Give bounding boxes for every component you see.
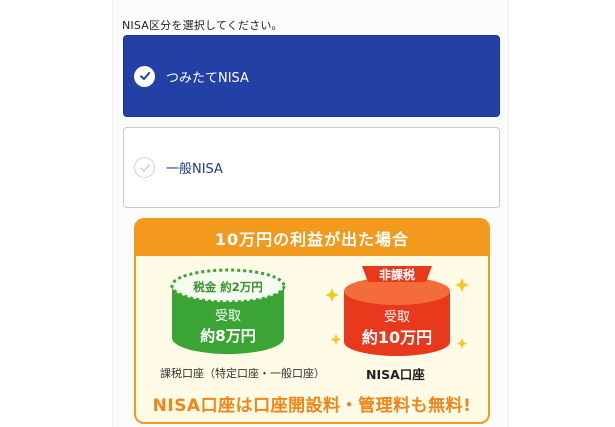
- taxable-receive-label: 受取: [215, 309, 241, 324]
- tax-comparison-banner: 10万円の利益が出た場合 税金 約2万円 受取 約8万円 課税口座（特定口座・一…: [134, 218, 490, 424]
- taxable-account-caption: 課税口座（特定口座・一般口座）: [160, 367, 325, 380]
- tax-free-badge: 非課税: [379, 267, 415, 282]
- nisa-receive-label: 受取: [384, 310, 410, 325]
- nisa-account-caption: NISA口座: [366, 367, 425, 382]
- sparkle-icon: [457, 338, 467, 349]
- taxable-cylinder-illustration: 税金 約2万円 受取 約8万円: [170, 268, 286, 354]
- option-tsumitate-nisa[interactable]: つみたてNISA: [123, 35, 500, 117]
- banner-title: 10万円の利益が出た場合: [136, 220, 488, 256]
- check-circle-icon: [134, 157, 155, 178]
- sparkle-icon: [325, 288, 339, 302]
- check-circle-icon: [134, 65, 155, 87]
- option-label: つみたてNISA: [166, 70, 249, 86]
- nisa-cylinder-illustration: 非課税 受取 約10万円: [325, 266, 469, 356]
- option-label: 一般NISA: [166, 162, 223, 177]
- tax-amount-label: 税金 約2万円: [193, 280, 263, 294]
- option-ippan-nisa[interactable]: 一般NISA: [123, 127, 500, 208]
- instruction-text: NISA区分を選択してください。: [122, 19, 283, 32]
- sparkle-icon: [331, 334, 341, 345]
- sparkle-icon: [455, 278, 469, 292]
- taxable-receive-amount: 約8万円: [200, 327, 255, 345]
- free-fee-message: NISA口座は口座開設料・管理料も無料!: [152, 396, 472, 416]
- nisa-receive-amount: 約10万円: [362, 328, 432, 347]
